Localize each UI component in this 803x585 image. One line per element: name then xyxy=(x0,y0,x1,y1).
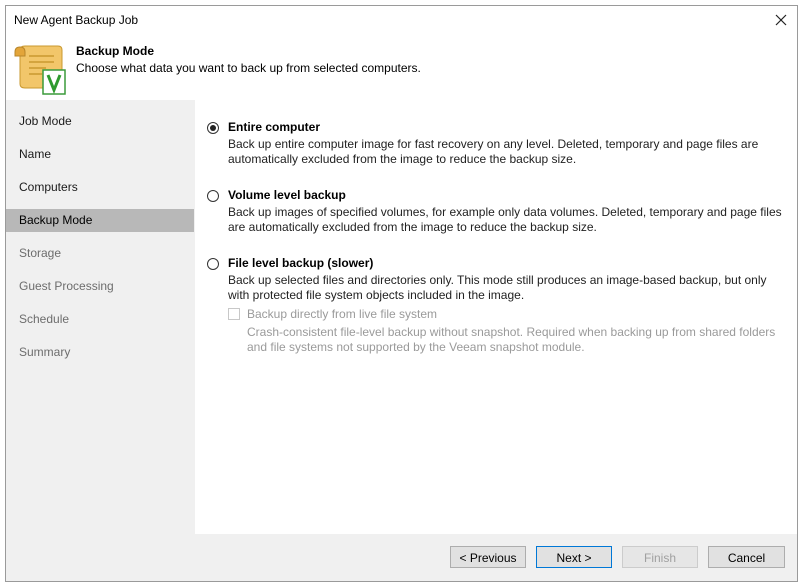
backup-mode-panel: Entire computer Back up entire computer … xyxy=(195,100,797,534)
live-file-system-description: Crash-consistent file-level backup witho… xyxy=(247,325,787,355)
title-bar: New Agent Backup Job xyxy=(6,6,797,34)
entire-computer-radio[interactable] xyxy=(207,122,219,134)
finish-button[interactable]: Finish xyxy=(622,546,698,568)
step-summary[interactable]: Summary xyxy=(6,341,194,364)
close-button[interactable] xyxy=(771,10,791,30)
wizard-footer: < Previous Next > Finish Cancel xyxy=(6,534,797,581)
veeam-backup-scroll-icon xyxy=(14,45,66,95)
live-file-system-desc-line2: and file systems not supported by the Ve… xyxy=(247,340,585,354)
step-schedule[interactable]: Schedule xyxy=(6,308,194,331)
entire-computer-desc-line1: Back up entire computer image for fast r… xyxy=(228,137,759,151)
step-computers[interactable]: Computers xyxy=(6,176,194,199)
volume-level-label[interactable]: Volume level backup xyxy=(228,188,346,202)
file-level-radio[interactable] xyxy=(207,258,219,270)
step-title: Backup Mode xyxy=(76,44,155,58)
window-title: New Agent Backup Job xyxy=(14,13,139,27)
wizard-window: New Agent Backup Job Backup Mode Choose … xyxy=(5,5,798,582)
volume-level-radio[interactable] xyxy=(207,190,219,202)
close-icon xyxy=(775,14,787,26)
step-storage[interactable]: Storage xyxy=(6,242,194,265)
wizard-steps-nav: Job Mode Name Computers Backup Mode Stor… xyxy=(6,100,195,534)
step-guest-processing[interactable]: Guest Processing xyxy=(6,275,194,298)
next-button[interactable]: Next > xyxy=(536,546,612,568)
live-file-system-label: Backup directly from live file system xyxy=(247,307,438,321)
live-file-system-desc-line1: Crash-consistent file-level backup witho… xyxy=(247,325,776,339)
entire-computer-description: Back up entire computer image for fast r… xyxy=(228,137,783,167)
volume-level-desc-line2: are automatically excluded from the imag… xyxy=(228,220,597,234)
file-level-description: Back up selected files and directories o… xyxy=(228,273,783,303)
live-file-system-checkbox[interactable] xyxy=(228,308,240,320)
step-header: Backup Mode Choose what data you want to… xyxy=(6,34,797,100)
volume-level-desc-line1: Back up images of specified volumes, for… xyxy=(228,205,782,219)
file-level-desc-line2: with protected file system objects inclu… xyxy=(228,288,525,302)
step-description: Choose what data you want to back up fro… xyxy=(76,61,421,75)
entire-computer-desc-line2: automatically excluded from the image to… xyxy=(228,152,577,166)
entire-computer-label[interactable]: Entire computer xyxy=(228,120,320,134)
volume-level-description: Back up images of specified volumes, for… xyxy=(228,205,783,235)
file-level-desc-line1: Back up selected files and directories o… xyxy=(228,273,767,287)
step-name[interactable]: Name xyxy=(6,143,194,166)
cancel-button[interactable]: Cancel xyxy=(708,546,785,568)
previous-button[interactable]: < Previous xyxy=(450,546,526,568)
step-backup-mode[interactable]: Backup Mode xyxy=(6,209,194,232)
step-job-mode[interactable]: Job Mode xyxy=(6,110,194,133)
file-level-label[interactable]: File level backup (slower) xyxy=(228,256,373,270)
